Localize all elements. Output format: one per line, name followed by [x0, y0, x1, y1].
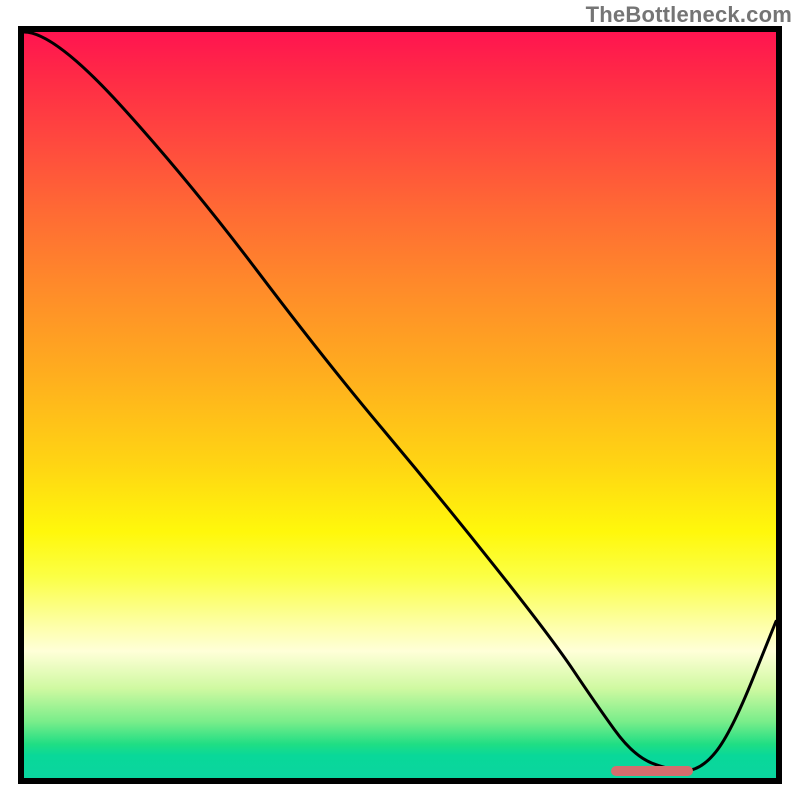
curve-line [24, 32, 776, 771]
bottleneck-curve [24, 32, 776, 778]
chart-container: TheBottleneck.com [0, 0, 800, 800]
optimal-range-marker [611, 766, 694, 776]
watermark-label: TheBottleneck.com [586, 2, 792, 28]
plot-axes-frame [18, 26, 782, 784]
plot-gradient-area [24, 32, 776, 778]
